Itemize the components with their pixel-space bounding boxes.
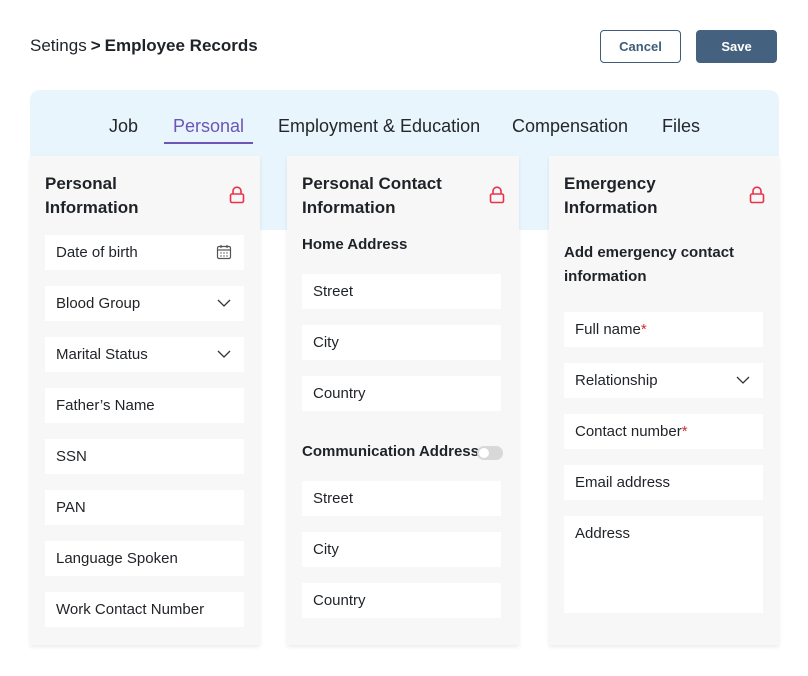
- address-textarea[interactable]: Address: [564, 516, 763, 613]
- communication-address-toggle[interactable]: [477, 446, 503, 460]
- active-tab-indicator: [164, 142, 253, 144]
- lock-icon[interactable]: [749, 186, 765, 204]
- toggle-knob: [479, 448, 489, 458]
- relationship-select[interactable]: Relationship: [564, 363, 763, 398]
- language-spoken-field[interactable]: Language Spoken: [45, 541, 244, 576]
- tab-employment-education[interactable]: Employment & Education: [278, 116, 480, 137]
- home-address-label: Home Address: [302, 236, 408, 253]
- ssn-field[interactable]: SSN: [45, 439, 244, 474]
- comm-city-field[interactable]: City: [302, 532, 501, 567]
- personal-contact-information-card: Personal Contact Information Home Addres…: [287, 156, 519, 645]
- fathers-name-field[interactable]: Father’s Name: [45, 388, 244, 423]
- breadcrumb-separator: >: [90, 36, 101, 55]
- required-mark: *: [640, 321, 647, 338]
- lock-icon[interactable]: [489, 186, 505, 204]
- card-title: Personal Information: [45, 174, 139, 217]
- pan-field[interactable]: PAN: [45, 490, 244, 525]
- save-button[interactable]: Save: [696, 30, 777, 63]
- tab-files[interactable]: Files: [662, 116, 700, 137]
- tab-personal[interactable]: Personal: [173, 116, 244, 137]
- communication-address-label: Communication Address: [302, 443, 479, 460]
- full-name-field[interactable]: Full name *: [564, 312, 763, 347]
- contact-number-field[interactable]: Contact number *: [564, 414, 763, 449]
- tab-compensation[interactable]: Compensation: [512, 116, 628, 137]
- comm-country-field[interactable]: Country: [302, 583, 501, 618]
- breadcrumb-parent[interactable]: Setings: [30, 36, 87, 55]
- blood-group-select[interactable]: Blood Group: [45, 286, 244, 321]
- tab-job[interactable]: Job: [109, 116, 138, 137]
- chevron-down-icon: [217, 350, 231, 358]
- calendar-icon[interactable]: [216, 244, 232, 260]
- personal-information-card: Personal Information Date of birth Blood…: [30, 156, 260, 645]
- home-street-field[interactable]: Street: [302, 274, 501, 309]
- breadcrumb-current: Employee Records: [104, 36, 258, 55]
- work-contact-number-field[interactable]: Work Contact Number: [45, 592, 244, 627]
- emergency-note: Add emergency contact information: [564, 244, 735, 285]
- cancel-button[interactable]: Cancel: [600, 30, 681, 63]
- emergency-information-card: Emergency Information Add emergency cont…: [549, 156, 779, 645]
- required-mark: *: [681, 423, 688, 440]
- breadcrumb: Setings > Employee Records: [30, 36, 258, 56]
- marital-status-select[interactable]: Marital Status: [45, 337, 244, 372]
- chevron-down-icon: [217, 299, 231, 307]
- home-country-field[interactable]: Country: [302, 376, 501, 411]
- comm-street-field[interactable]: Street: [302, 481, 501, 516]
- chevron-down-icon: [736, 376, 750, 384]
- card-title: Personal Contact Information: [302, 174, 442, 217]
- home-city-field[interactable]: City: [302, 325, 501, 360]
- email-address-field[interactable]: Email address: [564, 465, 763, 500]
- date-of-birth-field[interactable]: Date of birth: [45, 235, 244, 270]
- lock-icon[interactable]: [229, 186, 245, 204]
- card-title: Emergency Information: [564, 174, 658, 217]
- page-header: Setings > Employee Records Cancel Save: [30, 30, 778, 64]
